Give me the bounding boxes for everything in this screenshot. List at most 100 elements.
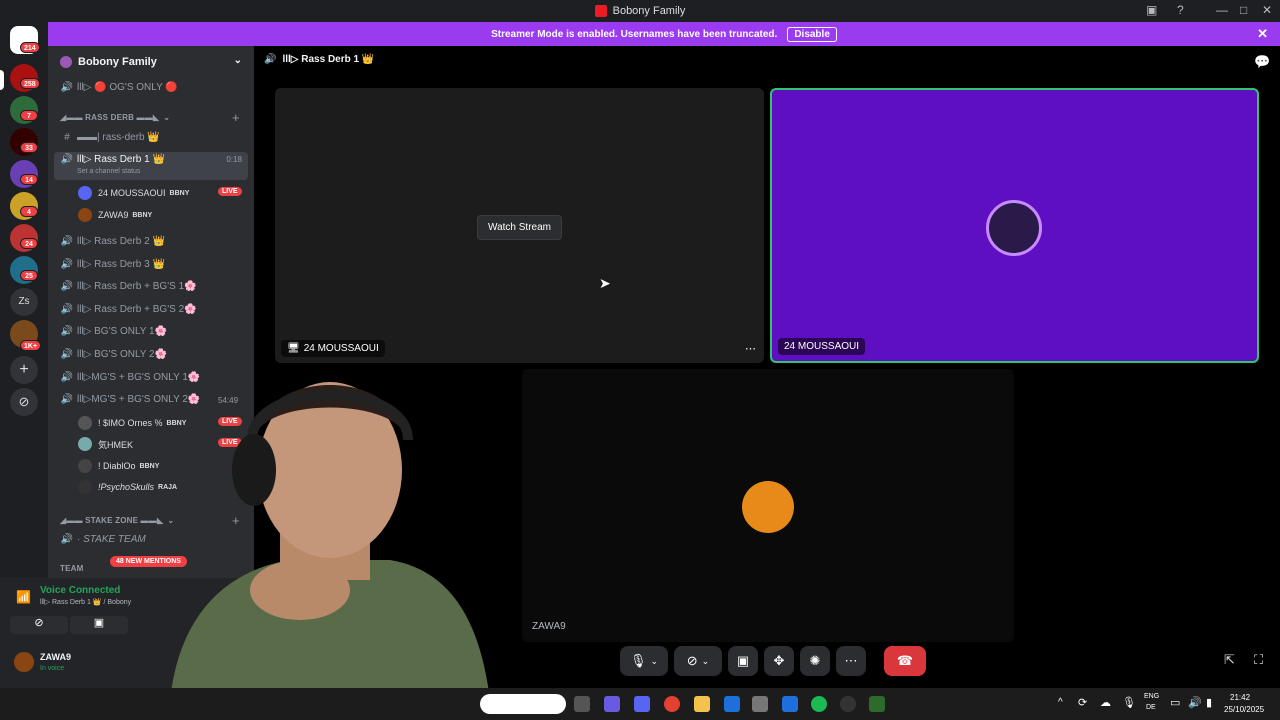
voice-user[interactable]: 気HMEK (78, 437, 133, 451)
voice-channel[interactable]: 🔊 lll▷ 🔴 OG'S ONLY 🔴 (60, 82, 178, 93)
help-icon[interactable]: ? (1177, 3, 1184, 17)
voice-user[interactable]: 24 MOUSSAOUI BBNY (78, 186, 189, 200)
voice-user[interactable]: ZAWA9 BBNY (78, 208, 152, 222)
obs-icon[interactable] (840, 696, 856, 712)
speaker-icon: 🔊 (264, 54, 277, 65)
text-channel[interactable]: # ▬▬| rass-derb 👑 (60, 132, 160, 143)
add-channel-icon[interactable]: + (232, 110, 240, 125)
camera-button[interactable]: ⊘ ⌄ (674, 646, 722, 676)
app-icon[interactable] (782, 696, 798, 712)
server-text-icon[interactable]: Zs (10, 288, 38, 316)
notification-badge: 14 (20, 174, 38, 185)
category-stake-zone[interactable]: ◢▬▬ STAKE ZONE ▬▬◣ ⌄ (60, 516, 174, 525)
more-options-button[interactable]: ⋯ (836, 646, 866, 676)
screen-share-button[interactable]: ▣ (728, 646, 758, 676)
app-icon[interactable] (752, 696, 768, 712)
cloud-icon[interactable]: ☁ (1100, 696, 1111, 709)
voice-channel[interactable]: 🔊 lll▷ Rass Derb + BG'S 2🌸 (60, 304, 197, 315)
user-tile[interactable]: 24 MOUSSAOUI (770, 88, 1259, 363)
watch-stream-button[interactable]: Watch Stream (477, 215, 562, 240)
avatar (742, 481, 794, 533)
speaker-icon: 🔊 (60, 259, 74, 270)
webcam-hand (250, 560, 350, 620)
category-team[interactable]: TEAM (60, 564, 83, 573)
category-rass-derb[interactable]: ◢▬▬ RASS DERB ▬▬◣ ⌄ (60, 113, 170, 122)
screen-share-icon[interactable]: ▣ (70, 616, 128, 634)
close-window-button[interactable]: ✕ (1262, 3, 1272, 17)
user-tag: BBNY (139, 462, 160, 470)
user-name: 24 MOUSSAOUI (98, 188, 166, 198)
microphone-icon[interactable]: 🎙 (1122, 696, 1136, 709)
stream-tile[interactable]: Watch Stream ➤ 🖥 24 MOUSSAOUI ⋯ (275, 88, 764, 363)
chevron-up-icon[interactable]: ^ (1058, 697, 1063, 708)
tray-icon[interactable]: ⟳ (1078, 696, 1087, 709)
discord-icon[interactable] (634, 696, 650, 712)
speaker-icon: 🔊 (60, 236, 74, 247)
chevron-down-icon: ⌄ (701, 655, 710, 666)
channel-label: lll▷ 🔴 OG'S ONLY 🔴 (77, 82, 178, 93)
speaker-icon: 🔊 (60, 372, 74, 383)
chrome-icon[interactable] (664, 696, 680, 712)
avatar (78, 480, 92, 494)
language-indicator[interactable]: ENG (1144, 693, 1159, 700)
soundboard-button[interactable]: ✺ (800, 646, 830, 676)
search-box[interactable] (480, 694, 566, 714)
tile-name-tag: 24 MOUSSAOUI (778, 338, 866, 355)
speaker-icon: 🔊 (60, 349, 74, 360)
voice-user[interactable]: ! DiablOo BBNY (78, 459, 159, 473)
user-name: ! $IMO Ornes % (98, 418, 163, 428)
notification-badge: 24 (20, 238, 38, 249)
user-tile[interactable]: ZAWA9 (522, 369, 1014, 642)
file-explorer-icon[interactable] (694, 696, 710, 712)
region-indicator[interactable]: DE (1146, 704, 1156, 711)
call-controls: 🎙 ⌄ ⊘ ⌄ ▣ ✥ ✺ ⋯ ☎ (620, 644, 932, 678)
notification-badge: 4 (20, 206, 38, 217)
avatar[interactable] (14, 652, 34, 672)
spotify-icon[interactable] (811, 696, 827, 712)
title-bar: Bobony Family ▣ ? — □ ✕ (0, 0, 1280, 22)
guild-header[interactable]: Bobony Family ⌄ (48, 46, 254, 78)
channel-status[interactable]: Set a channel status (77, 168, 140, 175)
webcam-earcup (232, 434, 276, 506)
disable-button[interactable]: Disable (787, 26, 837, 42)
store-icon[interactable] (724, 696, 740, 712)
volume-icon[interactable]: 🔊 (1188, 696, 1202, 709)
voice-channel[interactable]: 🔊 lll▷ BG'S ONLY 2🌸 (60, 349, 167, 360)
more-icon[interactable]: ⋯ (745, 342, 756, 355)
notification-badge: 25 (20, 270, 38, 281)
voice-channel-selected[interactable]: 🔊 lll▷ Rass Derb 1 👑 0:18 Set a channel … (54, 152, 248, 180)
discover-icon[interactable]: ⊘ (10, 388, 38, 416)
copilot-icon[interactable] (604, 696, 620, 712)
chat-icon[interactable]: 💬 (1254, 54, 1270, 70)
activities-button[interactable]: ✥ (764, 646, 794, 676)
maximize-button[interactable]: □ (1240, 3, 1247, 17)
speaker-icon: 🔊 (60, 534, 74, 545)
fullscreen-icon[interactable]: ⛶ (1254, 652, 1263, 668)
signal-icon[interactable]: 📶 (16, 590, 31, 604)
voice-channel[interactable]: 🔊 · STAKE TEAM (60, 534, 146, 545)
app-icon[interactable] (869, 696, 885, 712)
minimize-button[interactable]: — (1216, 3, 1228, 17)
camera-off-icon[interactable]: ⊘ (10, 616, 68, 634)
clock-date[interactable]: 25/10/2025 (1224, 705, 1264, 714)
disconnect-button[interactable]: ☎ (884, 646, 926, 676)
camera-off-icon: ⊘ (686, 653, 698, 668)
pop-out-icon[interactable]: ⇱ (1224, 652, 1235, 668)
add-server-icon[interactable]: + (10, 356, 38, 384)
screen-icon: 🖥 (287, 343, 300, 354)
voice-channel[interactable]: 🔊 lll▷ Rass Derb 3 👑 (60, 259, 165, 270)
inbox-icon[interactable]: ▣ (1146, 3, 1157, 17)
microphone-button[interactable]: 🎙 ⌄ (620, 646, 668, 676)
network-icon[interactable]: ▭ (1170, 696, 1180, 709)
voice-channel[interactable]: 🔊 lll▷ BG'S ONLY 1🌸 (60, 326, 167, 337)
close-icon[interactable]: ✕ (1257, 26, 1268, 42)
voice-channel-link[interactable]: lll▷ Rass Derb 1 👑 / Bobony (40, 598, 131, 606)
voice-channel[interactable]: 🔊 lll▷ Rass Derb + BG'S 1🌸 (60, 281, 197, 292)
task-view-icon[interactable] (574, 696, 590, 712)
channel-label: lll▷ Rass Derb 1 👑 (77, 154, 165, 165)
voice-channel[interactable]: 🔊 lll▷ Rass Derb 2 👑 (60, 236, 165, 247)
notification-badge: 258 (20, 78, 40, 89)
clock-time[interactable]: 21:42 (1230, 693, 1250, 702)
notification-badge: 1K+ (20, 340, 42, 351)
battery-icon[interactable]: ▮ (1206, 696, 1212, 709)
